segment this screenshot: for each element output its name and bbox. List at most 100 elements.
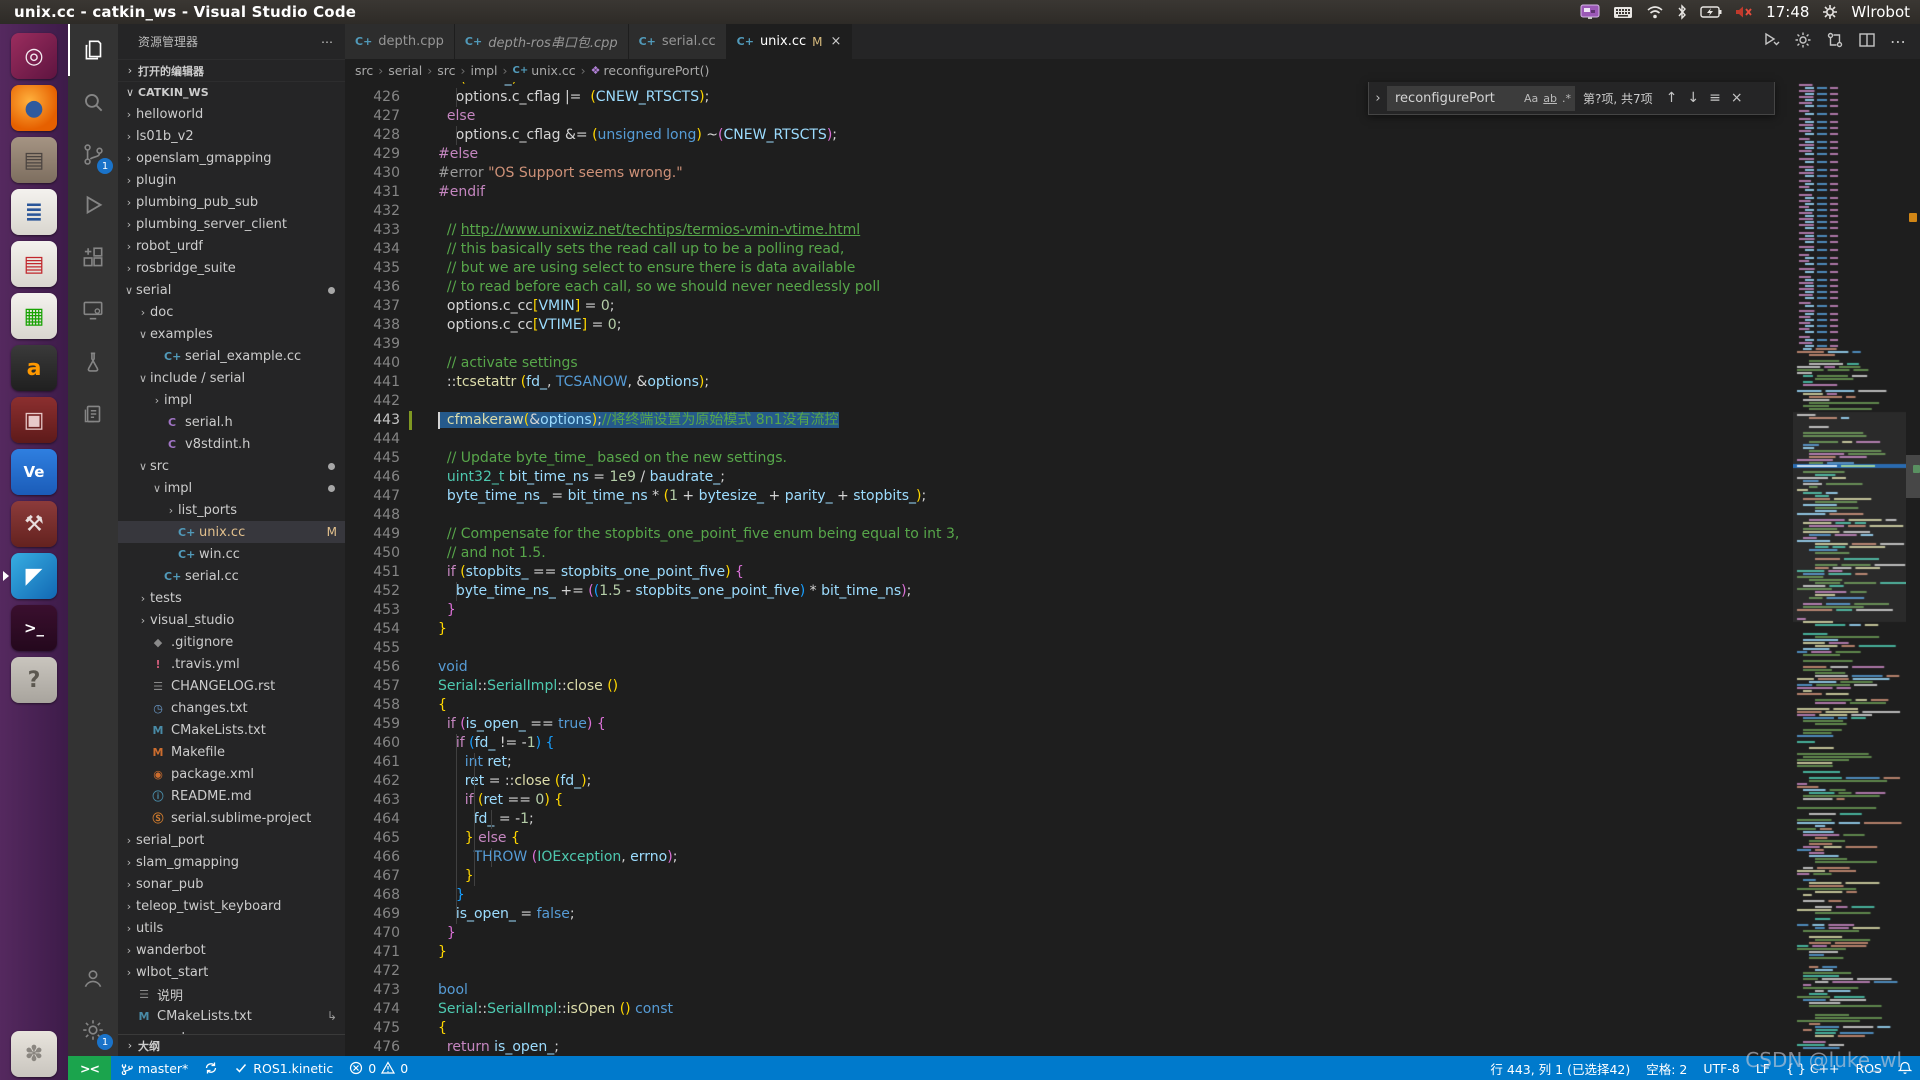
match-case-icon[interactable]: Aa [1524, 92, 1538, 105]
explorer-icon[interactable] [68, 24, 118, 76]
code-line-437[interactable]: 437 options.c_cc[VMIN] = 0; [345, 297, 1793, 316]
code-line-453[interactable]: 453 } [345, 601, 1793, 620]
find-expand-chevron-icon[interactable]: › [1369, 91, 1387, 106]
code-line-444[interactable]: 444 [345, 430, 1793, 449]
tab-depth.cpp[interactable]: C+depth.cpp [345, 24, 455, 59]
code-line-468[interactable]: 468 } [345, 886, 1793, 905]
tree-item-win.cc[interactable]: C+win.cc [118, 543, 345, 565]
project-notes-icon[interactable] [68, 388, 118, 440]
tree-item-changes.txt[interactable]: ◷changes.txt [118, 697, 345, 719]
code-line-432[interactable]: 432 [345, 202, 1793, 221]
tree-item-wlbot_start[interactable]: ›wlbot_start [118, 961, 345, 983]
tree-item-doc[interactable]: ›doc [118, 301, 345, 323]
code-line-447[interactable]: 447 byte_time_ns_ = bit_time_ns * (1 + b… [345, 487, 1793, 506]
libreoffice-calc-icon[interactable]: ▦ [5, 290, 63, 342]
breadcrumb-item-unix.cc[interactable]: unix.cc [531, 63, 575, 78]
tree-item-openslam_gmapping[interactable]: ›openslam_gmapping [118, 147, 345, 169]
tree-item-list_ports[interactable]: ›list_ports [118, 499, 345, 521]
remote-explorer-icon[interactable] [68, 284, 118, 336]
tree-item-teleop_twist_keyboard[interactable]: ›teleop_twist_keyboard [118, 895, 345, 917]
split-editor-icon[interactable] [1858, 31, 1876, 53]
code-line-443[interactable]: 443 cfmakeraw(&options);//将终端设置为原始模式 8n1… [345, 411, 1793, 430]
status-indentation[interactable]: 空格: 2 [1638, 1056, 1695, 1080]
tree-item-impl[interactable]: ›impl [118, 389, 345, 411]
tree-item-visual_studio[interactable]: ›visual_studio [118, 609, 345, 631]
code-line-458[interactable]: 458{ [345, 696, 1793, 715]
code-line-466[interactable]: 466 THROW (IOException, errno); [345, 848, 1793, 867]
workspace-screen-icon[interactable] [1580, 4, 1600, 20]
code-line-465[interactable]: 465 } else { [345, 829, 1793, 848]
wifi-icon[interactable] [1646, 5, 1664, 19]
code-line-467[interactable]: 467 } [345, 867, 1793, 886]
session-gear-icon[interactable] [1822, 4, 1838, 20]
battery-icon[interactable] [1700, 6, 1722, 18]
open-editors-section[interactable]: › 打开的编辑器 [118, 59, 345, 81]
tree-item-serial[interactable]: ∨serial [118, 279, 345, 301]
code-line-464[interactable]: 464 fd_ = -1; [345, 810, 1793, 829]
tree-item-examples[interactable]: ∨examples [118, 323, 345, 345]
find-in-selection-icon[interactable]: ≡ [1709, 90, 1721, 106]
tree-item-impl[interactable]: ∨impl [118, 477, 345, 499]
regex-icon[interactable]: .* [1562, 92, 1571, 105]
code-line-449[interactable]: 449 // Compensate for the stopbits_one_p… [345, 525, 1793, 544]
tree-item-tests[interactable]: ›tests [118, 587, 345, 609]
code-line-439[interactable]: 439 [345, 335, 1793, 354]
status-eol[interactable]: LF [1748, 1056, 1778, 1080]
terminal-icon[interactable]: >_ [5, 602, 63, 654]
tree-item-serial_port[interactable]: ›serial_port [118, 829, 345, 851]
code-line-431[interactable]: 431#endif [345, 183, 1793, 202]
code-line-433[interactable]: 433 // http://www.unixwiz.net/techtips/t… [345, 221, 1793, 240]
libreoffice-impress-icon[interactable]: ▤ [5, 238, 63, 290]
code-line-438[interactable]: 438 options.c_cc[VTIME] = 0; [345, 316, 1793, 335]
settings-gear-icon[interactable]: 1 [68, 1004, 118, 1056]
code-line-462[interactable]: 462 ret = ::close (fd_); [345, 772, 1793, 791]
status-cursor-position[interactable]: 行 443, 列 1 (已选择42) [1482, 1056, 1638, 1080]
more-actions-icon[interactable]: ⋯ [1890, 32, 1906, 51]
overview-ruler[interactable] [1906, 82, 1920, 1056]
code-line-436[interactable]: 436 // to read before each call, so we s… [345, 278, 1793, 297]
tree-item-plumbing_server_client[interactable]: ›plumbing_server_client [118, 213, 345, 235]
trash-icon[interactable]: ✽ [5, 1028, 63, 1080]
code-line-435[interactable]: 435 // but we are using select to ensure… [345, 259, 1793, 278]
tree-item-CMakeLists.txt[interactable]: MCMakeLists.txt↳ [118, 1005, 345, 1027]
tree-item-CHANGELOG.rst[interactable]: ☰CHANGELOG.rst [118, 675, 345, 697]
tree-item-CMakeLists.txt[interactable]: MCMakeLists.txt [118, 719, 345, 741]
extensions-icon[interactable] [68, 232, 118, 284]
source-control-icon[interactable]: 1 [68, 128, 118, 180]
code-line-440[interactable]: 440 // activate settings [345, 354, 1793, 373]
libreoffice-writer-icon[interactable]: ≣ [5, 186, 63, 238]
tab-close-icon[interactable]: × [831, 34, 842, 49]
code-line-434[interactable]: 434 // this basically sets the read call… [345, 240, 1793, 259]
tree-item-rosbridge_suite[interactable]: ›rosbridge_suite [118, 257, 345, 279]
code-line-456[interactable]: 456void [345, 658, 1793, 677]
find-close-icon[interactable]: × [1731, 90, 1743, 106]
tree-item-slam_gmapping[interactable]: ›slam_gmapping [118, 851, 345, 873]
tab-serial.cc[interactable]: C+serial.cc [629, 24, 727, 59]
status-language-mode[interactable]: { } C++ [1778, 1056, 1848, 1080]
tree-item-wanderbot[interactable]: ›wanderbot [118, 939, 345, 961]
code-line-441[interactable]: 441 ::tcsetattr (fd_, TCSANOW, &options)… [345, 373, 1793, 392]
code-line-450[interactable]: 450 // and not 1.5. [345, 544, 1793, 563]
tree-item-Makefile[interactable]: MMakefile [118, 741, 345, 763]
ve-app-icon[interactable]: Ve [5, 446, 63, 498]
code-line-459[interactable]: 459 if (is_open_ == true) { [345, 715, 1793, 734]
tweaks-icon[interactable]: ⚒ [5, 498, 63, 550]
outline-section[interactable]: › 大纲 [118, 1034, 345, 1056]
tree-item-utils[interactable]: ›utils [118, 917, 345, 939]
code-line-476[interactable]: 476 return is_open_; [345, 1038, 1793, 1056]
tree-item-ls01b_v2[interactable]: ›ls01b_v2 [118, 125, 345, 147]
code-line-460[interactable]: 460 if (fd_ != -1) { [345, 734, 1793, 753]
settings-gear-icon[interactable] [1794, 31, 1812, 53]
code-line-475[interactable]: 475{ [345, 1019, 1793, 1038]
code-line-448[interactable]: 448 [345, 506, 1793, 525]
tree-item-src[interactable]: ∨src [118, 455, 345, 477]
tree-item-sonar_pub[interactable]: ›sonar_pub [118, 873, 345, 895]
code-line-430[interactable]: 430#error "OS Support seems wrong." [345, 164, 1793, 183]
code-line-473[interactable]: 473bool [345, 981, 1793, 1000]
breadcrumb-item-impl[interactable]: impl [470, 63, 497, 78]
status-sync[interactable] [196, 1056, 226, 1080]
code-line-470[interactable]: 470 } [345, 924, 1793, 943]
bluetooth-icon[interactable] [1677, 4, 1687, 20]
tree-item-serial_example.cc[interactable]: C+serial_example.cc [118, 345, 345, 367]
code-line-457[interactable]: 457Serial::SerialImpl::close () [345, 677, 1793, 696]
